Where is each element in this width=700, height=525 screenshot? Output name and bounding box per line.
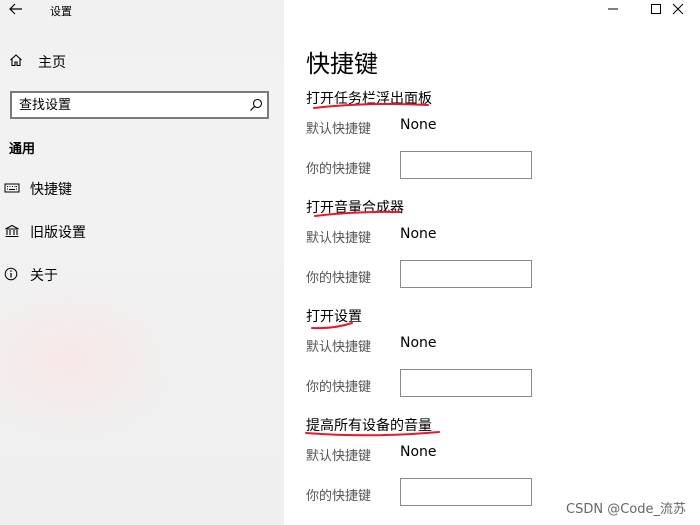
default-shortcut-label: 默认快捷键 bbox=[306, 340, 372, 355]
search-box[interactable] bbox=[10, 91, 269, 119]
default-shortcut-label: 默认快捷键 bbox=[306, 231, 372, 246]
default-shortcut-label: 默认快捷键 bbox=[306, 449, 372, 464]
info-icon bbox=[4, 267, 18, 281]
default-shortcut-value: None bbox=[400, 117, 437, 133]
custom-shortcut-label: 你的快捷键 bbox=[306, 489, 372, 504]
sidebar-item-label: 关于 bbox=[30, 268, 58, 284]
custom-shortcut-input[interactable] bbox=[400, 369, 532, 397]
red-underline-annotation bbox=[311, 322, 353, 330]
bank-icon bbox=[5, 224, 19, 238]
default-shortcut-value: None bbox=[400, 226, 437, 242]
search-icon[interactable] bbox=[249, 98, 263, 112]
default-shortcut-label: 默认快捷键 bbox=[306, 122, 372, 137]
sidebar-item-about[interactable]: 关于 bbox=[0, 258, 284, 290]
custom-shortcut-input[interactable] bbox=[400, 478, 532, 506]
sidebar-item-shortcuts[interactable]: 快捷键 bbox=[0, 172, 284, 204]
custom-shortcut-input[interactable] bbox=[400, 151, 532, 179]
custom-shortcut-input[interactable] bbox=[400, 260, 532, 288]
red-underline-annotation bbox=[314, 210, 401, 217]
sidebar-item-home[interactable]: 主页 bbox=[0, 44, 284, 76]
back-arrow-icon bbox=[9, 3, 22, 15]
home-icon bbox=[10, 54, 22, 67]
close-button[interactable] bbox=[654, 0, 700, 20]
sidebar-item-label: 主页 bbox=[38, 55, 66, 71]
close-icon bbox=[672, 3, 684, 15]
sidebar-item-legacy-settings[interactable]: 旧版设置 bbox=[0, 215, 284, 247]
minimize-icon bbox=[608, 8, 618, 10]
sidebar-item-label: 旧版设置 bbox=[30, 225, 86, 241]
default-shortcut-value: None bbox=[400, 335, 437, 351]
custom-shortcut-label: 你的快捷键 bbox=[306, 162, 372, 177]
red-underline-annotation bbox=[305, 431, 440, 437]
default-shortcut-value: None bbox=[400, 444, 437, 460]
page-title: 快捷键 bbox=[306, 50, 378, 78]
custom-shortcut-label: 你的快捷键 bbox=[306, 271, 372, 286]
main-content: 快捷键 打开任务栏浮出面板 默认快捷键 None 你的快捷键 打开音量合成器 默… bbox=[284, 0, 700, 525]
minimize-button[interactable] bbox=[590, 0, 636, 20]
custom-shortcut-label: 你的快捷键 bbox=[306, 380, 372, 395]
sidebar-item-label: 快捷键 bbox=[30, 182, 72, 198]
back-button[interactable] bbox=[6, 0, 28, 20]
keyboard-icon bbox=[4, 183, 20, 193]
watermark: CSDN @Code_流苏 bbox=[566, 502, 686, 517]
search-input[interactable] bbox=[12, 93, 249, 117]
sidebar: 设置 主页 通用 快捷键 旧版设置 关于 bbox=[0, 0, 284, 525]
app-title: 设置 bbox=[50, 5, 72, 18]
red-underline-annotation bbox=[313, 103, 429, 109]
section-label-general: 通用 bbox=[9, 142, 36, 157]
